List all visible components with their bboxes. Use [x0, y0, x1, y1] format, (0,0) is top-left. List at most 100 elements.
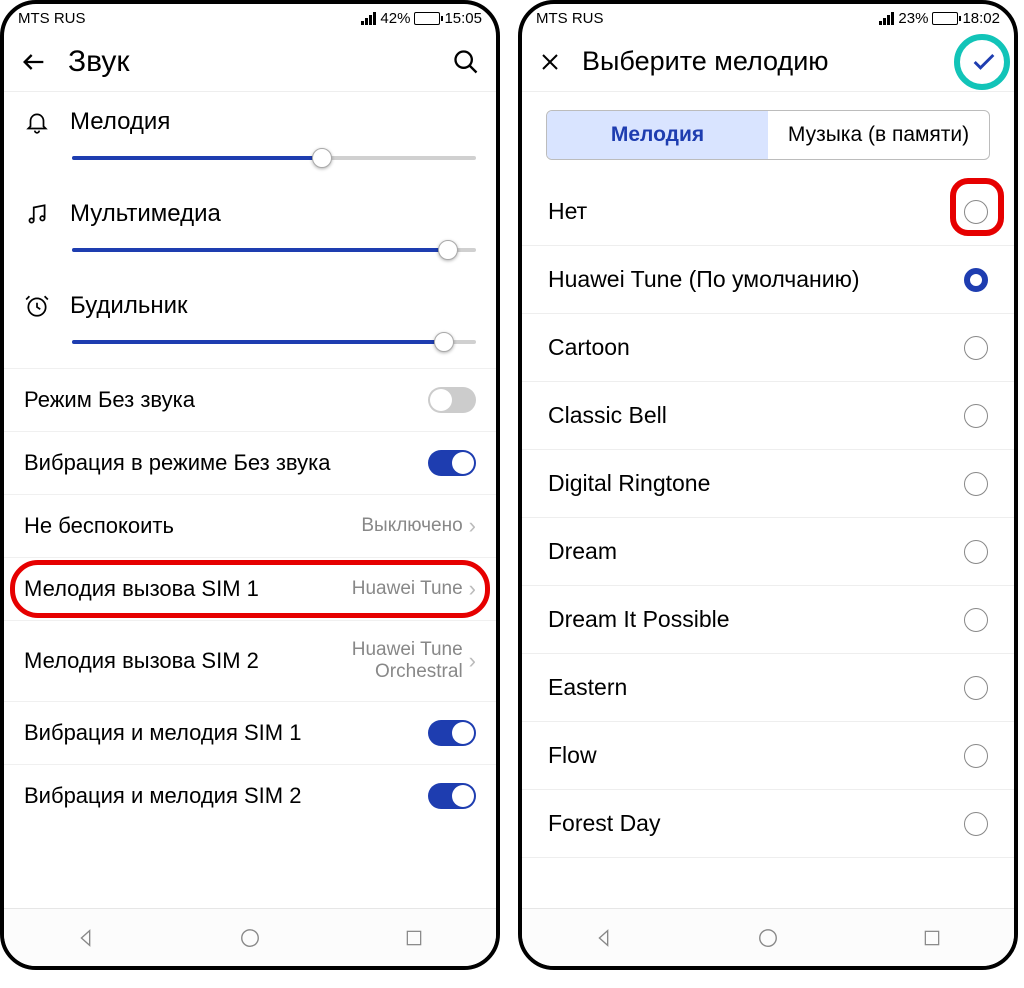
setting-value: Выключено — [361, 515, 462, 537]
music-note-icon — [24, 201, 50, 227]
sim2-ringtone-row[interactable]: Мелодия вызова SIM 2 Huawei Tune Orchest… — [4, 620, 496, 701]
tab-music[interactable]: Музыка (в памяти) — [768, 111, 989, 159]
sim1-ringtone-row[interactable]: Мелодия вызова SIM 1 Huawei Tune › — [4, 557, 496, 620]
clock: 15:05 — [444, 10, 482, 27]
statusbar: MTS RUS 23% 18:02 — [522, 4, 1014, 32]
content: Мелодия Музыка (в памяти) Нет Huawei Tune… — [522, 92, 1014, 908]
carrier-label: MTS RUS — [18, 10, 86, 27]
volume-slider[interactable] — [72, 144, 476, 172]
volume-label: Мультимедиа — [70, 200, 221, 228]
volume-slider[interactable] — [72, 236, 476, 264]
ringtone-label: Flow — [548, 742, 597, 769]
nav-back-icon[interactable] — [569, 927, 639, 949]
nav-home-icon[interactable] — [215, 927, 285, 949]
radio-button[interactable] — [964, 540, 988, 564]
page-title: Выберите мелодию — [582, 46, 950, 77]
radio-button[interactable] — [964, 200, 988, 224]
navbar — [522, 908, 1014, 966]
nav-home-icon[interactable] — [733, 927, 803, 949]
radio-button[interactable] — [964, 472, 988, 496]
back-icon[interactable] — [20, 48, 48, 76]
ringtone-row[interactable]: Eastern — [522, 654, 1014, 722]
vibrate-in-silent-row[interactable]: Вибрация в режиме Без звука — [4, 431, 496, 494]
confirm-icon[interactable] — [970, 48, 998, 76]
ringtone-row[interactable]: Dream It Possible — [522, 586, 1014, 654]
ringtone-row[interactable]: Dream — [522, 518, 1014, 586]
ringtone-row[interactable]: Forest Day — [522, 790, 1014, 858]
setting-value: Huawei Tune Orchestral — [333, 639, 463, 683]
vibrate-sim1-row[interactable]: Вибрация и мелодия SIM 1 — [4, 701, 496, 764]
setting-label: Вибрация и мелодия SIM 1 — [24, 720, 428, 746]
volume-slider[interactable] — [72, 328, 476, 356]
battery-icon — [414, 12, 440, 25]
signal-icon — [879, 12, 894, 25]
signal-icon — [361, 12, 376, 25]
toggle[interactable] — [428, 450, 476, 476]
battery-icon — [932, 12, 958, 25]
radio-button[interactable] — [964, 812, 988, 836]
bell-icon — [24, 109, 50, 135]
phone-sound-settings: MTS RUS 42% 15:05 Звук Мелодия — [0, 0, 500, 970]
ringtone-row[interactable]: Нет — [522, 178, 1014, 246]
ringtone-label: Eastern — [548, 674, 627, 701]
nav-recent-icon[interactable] — [897, 928, 967, 948]
ringtone-label: Huawei Tune (По умолчанию) — [548, 266, 860, 293]
volume-label: Будильник — [70, 292, 188, 320]
search-icon[interactable] — [452, 48, 480, 76]
dnd-row[interactable]: Не беспокоить Выключено › — [4, 494, 496, 557]
ringtone-label: Нет — [548, 198, 587, 225]
ringtone-label: Cartoon — [548, 334, 630, 361]
statusbar: MTS RUS 42% 15:05 — [4, 4, 496, 32]
navbar — [4, 908, 496, 966]
radio-button[interactable] — [964, 744, 988, 768]
volume-alarm: Будильник — [4, 276, 496, 368]
toggle[interactable] — [428, 387, 476, 413]
volume-media: Мультимедиа — [4, 184, 496, 276]
volume-ringtone: Мелодия — [4, 92, 496, 184]
content: Мелодия Мультимедиа Будильник — [4, 92, 496, 908]
header: Выберите мелодию — [522, 32, 1014, 92]
setting-label: Мелодия вызова SIM 1 — [24, 576, 352, 602]
ringtone-label: Classic Bell — [548, 402, 667, 429]
ringtone-row[interactable]: Cartoon — [522, 314, 1014, 382]
close-icon[interactable] — [538, 50, 562, 74]
battery-pct: 42% — [380, 10, 410, 27]
ringtone-row[interactable]: Huawei Tune (По умолчанию) — [522, 246, 1014, 314]
volume-label: Мелодия — [70, 108, 170, 136]
nav-back-icon[interactable] — [51, 927, 121, 949]
radio-button[interactable] — [964, 268, 988, 292]
phone-select-ringtone: MTS RUS 23% 18:02 Выберите мелодию Мелод… — [518, 0, 1018, 970]
radio-button[interactable] — [964, 336, 988, 360]
ringtone-label: Dream It Possible — [548, 606, 730, 633]
battery-pct: 23% — [898, 10, 928, 27]
silent-mode-row[interactable]: Режим Без звука — [4, 368, 496, 431]
tab-segmented: Мелодия Музыка (в памяти) — [546, 110, 990, 160]
header: Звук — [4, 32, 496, 92]
carrier-label: MTS RUS — [536, 10, 604, 27]
setting-label: Режим Без звука — [24, 387, 428, 413]
nav-recent-icon[interactable] — [379, 928, 449, 948]
ringtone-row[interactable]: Classic Bell — [522, 382, 1014, 450]
vibrate-sim2-row[interactable]: Вибрация и мелодия SIM 2 — [4, 764, 496, 827]
tab-melody[interactable]: Мелодия — [547, 111, 768, 159]
chevron-right-icon: › — [469, 513, 476, 539]
chevron-right-icon: › — [469, 576, 476, 602]
ringtone-label: Digital Ringtone — [548, 470, 710, 497]
ringtone-label: Dream — [548, 538, 617, 565]
setting-label: Не беспокоить — [24, 513, 361, 539]
clock: 18:02 — [962, 10, 1000, 27]
radio-button[interactable] — [964, 404, 988, 428]
ringtone-row[interactable]: Flow — [522, 722, 1014, 790]
radio-button[interactable] — [964, 676, 988, 700]
chevron-right-icon: › — [469, 648, 476, 674]
setting-label: Вибрация и мелодия SIM 2 — [24, 783, 428, 809]
ringtone-label: Forest Day — [548, 810, 660, 837]
toggle[interactable] — [428, 720, 476, 746]
setting-value: Huawei Tune — [352, 578, 463, 600]
toggle[interactable] — [428, 783, 476, 809]
radio-button[interactable] — [964, 608, 988, 632]
setting-label: Мелодия вызова SIM 2 — [24, 648, 333, 674]
ringtone-row[interactable]: Digital Ringtone — [522, 450, 1014, 518]
page-title: Звук — [68, 45, 432, 79]
alarm-icon — [24, 293, 50, 319]
